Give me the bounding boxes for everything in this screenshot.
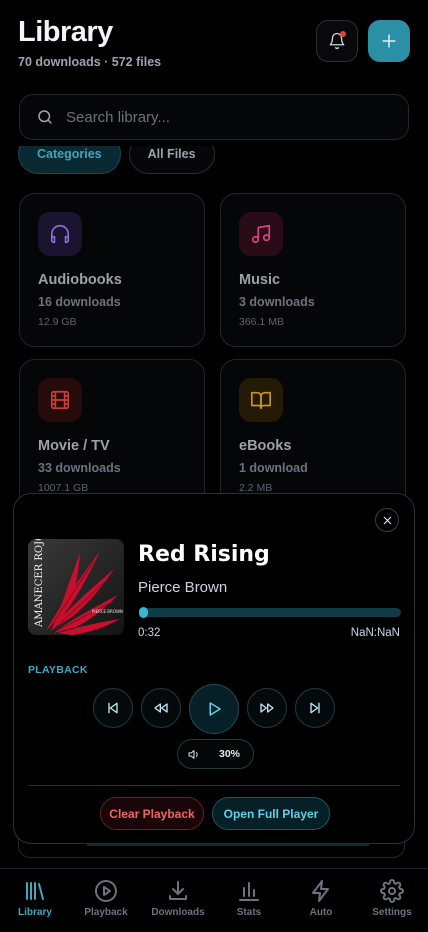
nav-label: Auto — [309, 907, 333, 918]
nav-item-playback[interactable]: Playback — [71, 879, 141, 918]
notifications-button[interactable] — [316, 20, 358, 62]
category-title: Audiobooks — [38, 272, 122, 288]
clear-playback-button[interactable]: Clear Playback — [100, 797, 204, 830]
category-count: 3 downloads — [239, 295, 315, 309]
lightning-icon — [312, 880, 329, 902]
album-cover: AMANECER ROJO PIERCE BROWN — [28, 539, 124, 635]
nav-label: Settings — [372, 907, 412, 918]
progress-bar[interactable] — [139, 607, 401, 618]
close-icon — [383, 516, 391, 524]
category-icon-wrap — [38, 212, 82, 256]
category-icon-wrap — [239, 212, 283, 256]
nav-item-auto[interactable]: Auto — [286, 879, 356, 918]
skip-next-button[interactable] — [295, 688, 335, 728]
playback-section-label: PLAYBACK — [28, 664, 88, 676]
track-title: Red Rising — [138, 542, 270, 567]
volume-level: 30% — [219, 748, 241, 760]
chip-all-files[interactable]: All Files — [128, 146, 215, 174]
play-circle-icon — [95, 880, 117, 902]
category-count: 16 downloads — [38, 295, 121, 309]
category-card-movie-tv[interactable]: Movie / TV 33 downloads 1007.1 GB — [19, 359, 205, 513]
category-size: 12.9 GB — [38, 316, 77, 328]
playback-panel: AMANECER ROJO PIERCE BROWN Red Rising Pi… — [13, 493, 415, 844]
open-full-player-button[interactable]: Open Full Player — [212, 797, 330, 830]
skip-previous-button[interactable] — [93, 688, 133, 728]
bottom-nav: Library Playback Downloads Stats Auto Se… — [0, 868, 428, 932]
divider — [28, 785, 400, 786]
plus-icon — [382, 34, 396, 48]
nav-label: Stats — [236, 907, 262, 918]
nav-item-library[interactable]: Library — [0, 879, 70, 918]
search-icon — [38, 110, 52, 124]
skip-previous-icon — [108, 702, 118, 714]
search-input[interactable] — [66, 108, 366, 126]
cover-title-text: AMANECER ROJO — [34, 539, 45, 628]
track-author: Pierce Brown — [138, 579, 228, 596]
download-icon — [169, 881, 187, 900]
bar-chart-icon — [239, 882, 259, 901]
add-button[interactable] — [368, 20, 410, 62]
play-icon — [209, 702, 221, 716]
film-icon — [50, 390, 70, 410]
music-note-icon — [251, 224, 271, 244]
rewind-button[interactable] — [141, 688, 181, 728]
play-button[interactable] — [189, 684, 239, 734]
category-title: Music — [239, 272, 281, 288]
category-count: 1 download — [239, 461, 308, 475]
notification-dot — [340, 31, 346, 37]
close-player-button[interactable] — [375, 508, 399, 532]
category-icon-wrap — [239, 378, 283, 422]
category-title: eBooks — [239, 438, 292, 454]
view-filter-chips: Categories All Files — [18, 146, 215, 174]
duration: NaN:NaN — [350, 627, 400, 639]
cover-author-text: PIERCE BROWN — [92, 609, 123, 614]
gear-icon — [380, 879, 404, 903]
nav-item-stats[interactable]: Stats — [214, 879, 284, 918]
progress-handle[interactable] — [139, 607, 148, 618]
cover-art: AMANECER ROJO PIERCE BROWN — [28, 539, 124, 635]
library-icon — [26, 882, 44, 900]
chip-categories[interactable]: Categories — [18, 146, 121, 174]
category-count: 33 downloads — [38, 461, 121, 475]
volume-control[interactable]: 30% — [177, 739, 254, 769]
search-bar[interactable] — [19, 94, 409, 140]
nav-item-downloads[interactable]: Downloads — [143, 879, 213, 918]
headphones-icon — [50, 225, 70, 244]
rewind-icon — [154, 703, 168, 713]
current-time: 0:32 — [138, 627, 161, 639]
fast-forward-button[interactable] — [247, 688, 287, 728]
category-size: 366.1 MB — [239, 316, 284, 328]
header: Library 70 downloads · 572 files — [18, 16, 410, 72]
category-title: Movie / TV — [38, 438, 110, 454]
volume-icon — [188, 749, 198, 759]
category-card-music[interactable]: Music 3 downloads 366.1 MB — [220, 193, 406, 347]
category-card-audiobooks[interactable]: Audiobooks 16 downloads 12.9 GB — [19, 193, 205, 347]
category-card-ebooks[interactable]: eBooks 1 download 2.2 MB — [220, 359, 406, 513]
book-open-icon — [251, 391, 271, 410]
nav-item-settings[interactable]: Settings — [357, 879, 427, 918]
category-icon-wrap — [38, 378, 82, 422]
skip-next-icon — [310, 702, 320, 714]
fast-forward-icon — [260, 703, 274, 713]
nav-label: Downloads — [151, 907, 205, 918]
nav-label: Library — [18, 907, 52, 918]
nav-label: Playback — [84, 907, 128, 918]
